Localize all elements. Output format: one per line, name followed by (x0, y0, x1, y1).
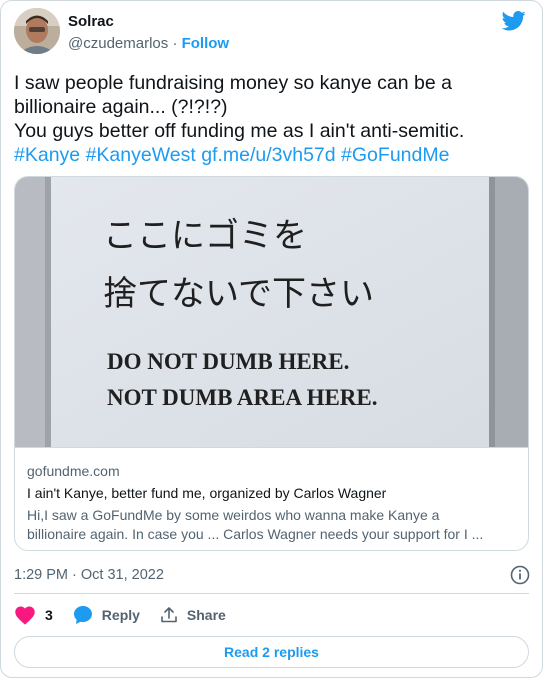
sign-jp-line-1: ここにゴミを (103, 216, 307, 256)
reply-bubble-icon (73, 606, 92, 624)
card-description-line-2: billionaire again. In case you ... Carlo… (27, 526, 484, 542)
card-title: I ain't Kanye, better fund me, organized… (27, 485, 387, 501)
share-icon (161, 607, 177, 623)
gofundme-link[interactable]: gf.me/u/3vh57d (201, 144, 335, 166)
tweet-line-3: You guys better off funding me as I ain'… (14, 120, 465, 142)
display-name[interactable]: Solrac (68, 13, 114, 30)
hashtag-line: #Kanye #KanyeWest gf.me/u/3vh57d #GoFund… (14, 143, 529, 167)
card-image[interactable]: ここにゴミを 捨てないで下さい DO NOT DUMB HERE. NOT DU… (15, 177, 528, 447)
card-meta[interactable]: gofundme.com I ain't Kanye, better fund … (15, 447, 528, 550)
card-description: Hi,I saw a GoFundMe by some weirdos who … (27, 506, 518, 544)
avatar-image (14, 8, 60, 54)
info-icon[interactable] (510, 565, 530, 585)
tweet-line-2: billionaire again... (?!?!?) (14, 96, 228, 118)
heart-icon (15, 606, 35, 625)
hashtag-gofundme[interactable]: #GoFundMe (341, 144, 449, 166)
follow-link[interactable]: Follow (182, 35, 230, 52)
like-button[interactable]: 3 (14, 605, 53, 625)
action-bar: 3 Reply Share (14, 603, 246, 627)
sign-photo: ここにゴミを 捨てないで下さい DO NOT DUMB HERE. NOT DU… (15, 177, 528, 447)
card-description-line-1: Hi,I saw a GoFundMe by some weirdos who … (27, 507, 440, 523)
handle[interactable]: @czudemarlos (68, 35, 168, 52)
sign-jp-line-2: 捨てないで下さい (103, 274, 374, 314)
reply-button[interactable]: Reply (73, 605, 140, 625)
sign-en-line-2: NOT DUMB AREA HERE. (107, 385, 378, 410)
tweet-line-1: I saw people fundraising money so kanye … (14, 72, 452, 94)
handle-row: @czudemarlos · Follow (68, 35, 229, 52)
sign-en-line-1: DO NOT DUMB HERE. (107, 349, 349, 374)
card-domain: gofundme.com (27, 463, 120, 479)
separator-dot: · (172, 35, 178, 52)
hashtag-kanye[interactable]: #Kanye (14, 144, 80, 166)
avatar[interactable] (14, 8, 60, 54)
hashtag-kanyewest[interactable]: #KanyeWest (86, 144, 196, 166)
tweet-text: I saw people fundraising money so kanye … (14, 71, 529, 167)
read-replies-button[interactable]: Read 2 replies (14, 636, 529, 668)
divider (14, 593, 529, 594)
share-label: Share (186, 607, 226, 623)
like-count: 3 (45, 607, 53, 623)
share-button[interactable]: Share (160, 606, 226, 624)
link-preview-card[interactable]: ここにゴミを 捨てないで下さい DO NOT DUMB HERE. NOT DU… (14, 176, 529, 551)
reply-label: Reply (101, 607, 140, 623)
tweet-card: Solrac @czudemarlos · Follow I saw peopl… (0, 0, 543, 678)
timestamp[interactable]: 1:29 PM · Oct 31, 2022 (14, 567, 164, 583)
twitter-bird-icon[interactable] (502, 11, 526, 31)
